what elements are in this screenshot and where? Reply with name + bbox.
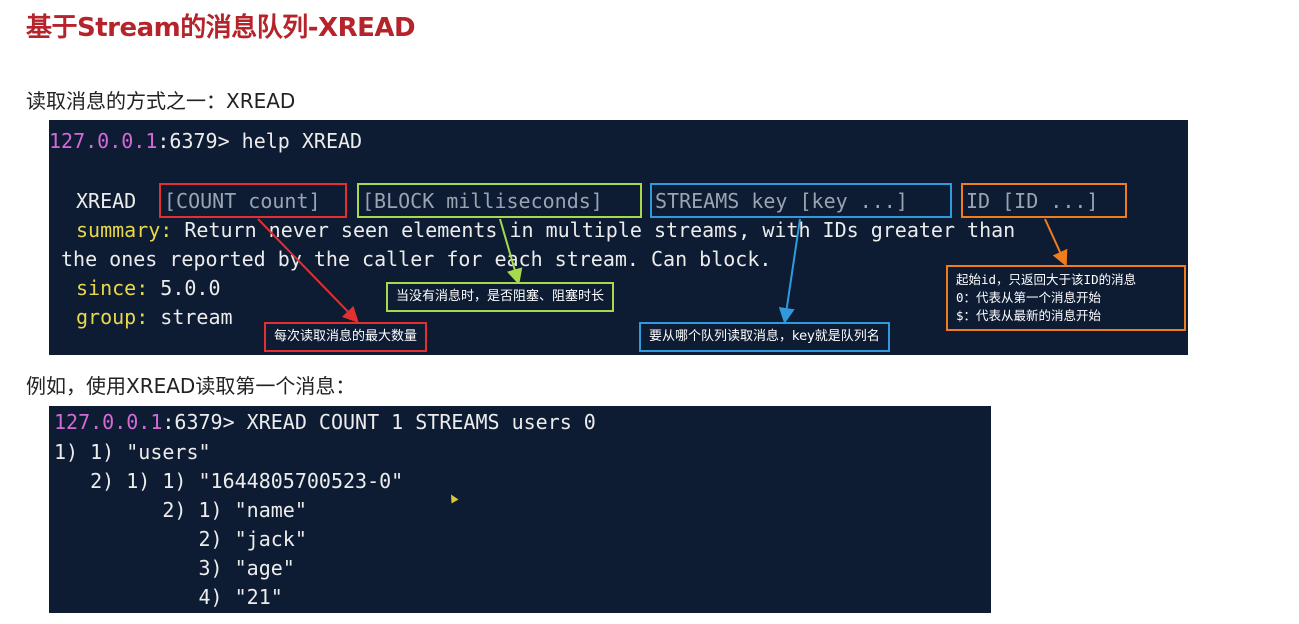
streams-annotation: 要从哪个队列读取消息，key就是队列名 bbox=[639, 322, 890, 352]
block-highlight-box bbox=[357, 183, 642, 218]
block-annotation: 当没有消息时，是否阻塞、阻塞时长 bbox=[386, 282, 615, 312]
since-line: since: 5.0.0 bbox=[76, 276, 221, 300]
since-key: since: bbox=[76, 276, 149, 300]
count-highlight-box bbox=[159, 183, 347, 218]
group-key: group: bbox=[76, 305, 149, 329]
output-line: 3) "age" bbox=[54, 556, 295, 580]
prompt-command: :6379> help XREAD bbox=[157, 129, 363, 153]
prompt-host: 127.0.0.1 bbox=[54, 410, 163, 434]
page-title: 基于Stream的消息队列-XREAD bbox=[26, 13, 416, 43]
prompt-command: :6379> XREAD COUNT 1 STREAMS users 0 bbox=[162, 410, 596, 434]
id-annotation-line-1: 起始id，只返回大于该ID的消息 bbox=[956, 272, 1137, 287]
xread-command: XREAD bbox=[76, 189, 137, 213]
output-line: 4) "21" bbox=[54, 585, 283, 609]
summary-line: summary: Return never seen elements in m… bbox=[76, 218, 1015, 242]
id-annotation: 起始id，只返回大于该ID的消息 0：代表从第一个消息开始 $：代表从最新的消息… bbox=[946, 265, 1186, 331]
since-value: 5.0.0 bbox=[148, 276, 221, 300]
output-line: 1) 1) "users" bbox=[54, 440, 211, 464]
terminal-prompt-line: 127.0.0.1:6379> help XREAD bbox=[49, 129, 362, 153]
id-annotation-line-3: $：代表从最新的消息开始 bbox=[956, 308, 1102, 323]
summary-text: Return never seen elements in multiple s… bbox=[172, 218, 1016, 242]
group-value: stream bbox=[148, 305, 233, 329]
section-intro: 读取消息的方式之一：XREAD bbox=[26, 89, 296, 113]
summary-key: summary: bbox=[76, 218, 173, 242]
prompt-host: 127.0.0.1 bbox=[49, 129, 158, 153]
group-line: group: stream bbox=[76, 305, 233, 329]
example-prompt-line: 127.0.0.1:6379> XREAD COUNT 1 STREAMS us… bbox=[54, 410, 596, 434]
count-annotation: 每次读取消息的最大数量 bbox=[264, 322, 428, 352]
id-highlight-box bbox=[961, 183, 1127, 218]
streams-highlight-box bbox=[650, 183, 952, 218]
terminal-xread-example: 127.0.0.1:6379> XREAD COUNT 1 STREAMS us… bbox=[49, 406, 991, 613]
output-line: 2) 1) "name" bbox=[54, 498, 307, 522]
id-annotation-line-2: 0：代表从第一个消息开始 bbox=[956, 290, 1102, 305]
output-line: 2) 1) 1) "1644805700523-0" bbox=[54, 469, 404, 493]
example-intro: 例如，使用XREAD读取第一个消息： bbox=[26, 374, 356, 398]
summary-line-2: the ones reported by the caller for each… bbox=[61, 247, 772, 271]
output-line: 2) "jack" bbox=[54, 527, 307, 551]
